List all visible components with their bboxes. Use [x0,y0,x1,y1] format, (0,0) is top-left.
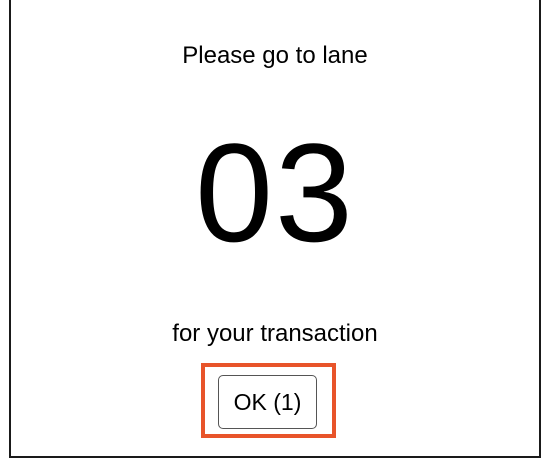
dialog-prompt-bottom: for your transaction [172,320,378,347]
dialog-prompt-top: Please go to lane [182,42,368,69]
ok-button[interactable]: OK (1) [218,375,317,429]
lane-number: 03 [195,114,355,271]
